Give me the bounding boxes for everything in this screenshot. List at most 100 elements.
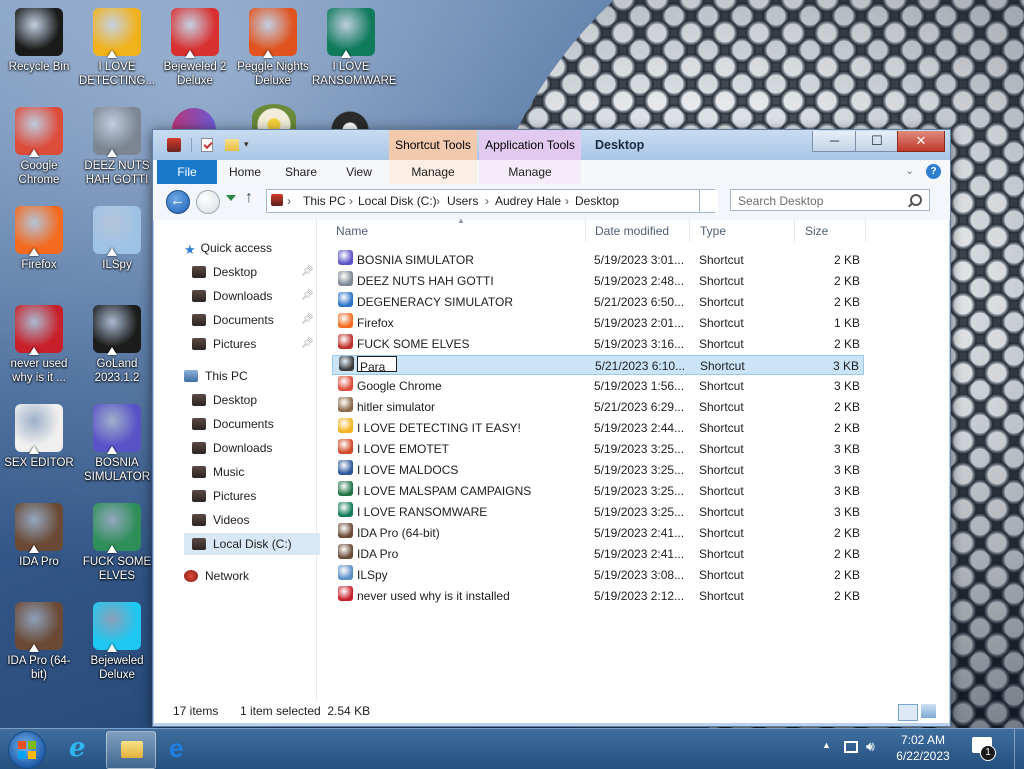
details-view-button[interactable] — [898, 704, 918, 721]
nav-pc-item[interactable]: Pictures — [192, 485, 256, 507]
up-button[interactable]: ↑ — [245, 189, 253, 207]
tab-share[interactable]: Share — [279, 160, 323, 184]
tab-view[interactable]: View — [337, 160, 381, 184]
nav-quick-item[interactable]: Documents — [192, 309, 274, 331]
large-icons-view-button[interactable] — [921, 704, 936, 718]
file-row[interactable]: IDA Pro (64-bit) 5/19/2023 2:41... Shortcu… — [332, 523, 864, 543]
desktop-icon[interactable]: never used why is it ... — [0, 305, 78, 385]
close-button[interactable]: ✕ — [897, 131, 945, 152]
nav-pc-item[interactable]: Documents — [192, 413, 274, 435]
nav-pc-item[interactable]: Downloads — [192, 437, 272, 459]
pin-icon[interactable]: 📌︎ — [301, 266, 314, 277]
breadcrumb-desktop[interactable]: Desktop — [575, 190, 619, 212]
desktop-icon[interactable]: DEEZ NUTS HAH GOTTI — [78, 107, 156, 187]
partial-icon-gear[interactable] — [330, 106, 370, 130]
back-button[interactable]: ← — [166, 190, 190, 214]
taskbar-edge[interactable]: e — [156, 731, 204, 767]
desktop-icon[interactable]: Firefox — [0, 206, 78, 272]
pin-icon[interactable]: 📌︎ — [301, 290, 314, 301]
file-row[interactable]: I LOVE MALDOCS 5/19/2023 3:25... Shortcut 3… — [332, 460, 864, 480]
customize-quick-access-icon[interactable]: ▾ — [244, 140, 254, 149]
system-clock[interactable]: 7:02 AM 6/22/2023 — [888, 732, 958, 764]
file-row[interactable]: I LOVE EMOTET 5/19/2023 3:25... Shortcut 3 … — [332, 439, 864, 459]
tab-manage-shortcut[interactable]: Manage — [389, 160, 477, 184]
tab-manage-application[interactable]: Manage — [479, 160, 581, 184]
taskbar-internet-explorer[interactable]: e — [57, 731, 105, 767]
breadcrumb-this-pc[interactable]: This PC — [303, 190, 346, 212]
column-type[interactable]: Type — [690, 220, 795, 242]
desktop-icon[interactable]: SEX EDITOR — [0, 404, 78, 470]
tab-home[interactable]: Home — [223, 160, 267, 184]
explorer-app-icon[interactable] — [167, 138, 181, 152]
help-icon[interactable]: ? — [926, 164, 941, 179]
file-row[interactable]: Para 5/21/2023 6:10... Shortcut 3 KB — [332, 355, 864, 375]
show-desktop-button[interactable] — [1014, 729, 1024, 769]
desktop-icon[interactable]: I LOVE RANSOMWARE — [312, 8, 397, 88]
file-row[interactable]: I LOVE RANSOMWARE 5/19/2023 3:25... Shortc… — [332, 502, 864, 522]
file-row[interactable]: never used why is it installed 5/19/2023 … — [332, 586, 864, 606]
desktop-icon[interactable]: FUCK SOME ELVES — [78, 503, 156, 583]
file-row[interactable]: I LOVE DETECTING IT EASY! 5/19/2023 2:44.… — [332, 418, 864, 438]
file-row[interactable]: BOSNIA SIMULATOR 5/19/2023 3:01... Shortcu… — [332, 250, 864, 270]
context-tab-application-tools[interactable]: Application Tools — [479, 130, 581, 160]
desktop-icon[interactable]: ILSpy — [78, 206, 156, 272]
breadcrumb-local-disk[interactable]: Local Disk (C:) — [358, 190, 437, 212]
desktop-icon[interactable]: Google Chrome — [0, 107, 78, 187]
breadcrumb-user[interactable]: Audrey Hale — [495, 190, 561, 212]
show-hidden-icons-button[interactable]: ▲ — [822, 740, 831, 750]
breadcrumb-users[interactable]: Users — [447, 190, 478, 212]
desktop-icon[interactable]: GoLand 2023.1.2 — [78, 305, 156, 385]
partial-icon-flower[interactable] — [252, 104, 296, 130]
file-row[interactable]: I LOVE MALSPAM CAMPAIGNS 5/19/2023 3:25..… — [332, 481, 864, 501]
address-dropdown-button[interactable] — [699, 190, 718, 212]
properties-icon[interactable] — [201, 138, 213, 152]
action-center-button[interactable]: 1 — [972, 737, 996, 761]
nav-quick-item[interactable]: Downloads — [192, 285, 272, 307]
minimize-button[interactable]: ─ — [812, 131, 857, 152]
column-name[interactable]: Name — [320, 220, 586, 242]
file-row[interactable]: Firefox 5/19/2023 2:01... Shortcut 1 KB — [332, 313, 864, 333]
recent-locations-icon[interactable] — [226, 195, 236, 201]
file-row[interactable]: FUCK SOME ELVES 5/19/2023 3:16... Shortcut… — [332, 334, 864, 354]
nav-pc-item[interactable]: Music — [192, 461, 244, 483]
nav-quick-item[interactable]: Pictures — [192, 333, 256, 355]
file-row[interactable]: DEGENERACY SIMULATOR 5/21/2023 6:50... Sho… — [332, 292, 864, 312]
new-folder-icon[interactable] — [225, 139, 239, 151]
nav-quick-item[interactable]: Desktop — [192, 261, 257, 283]
nav-network[interactable]: Network — [184, 565, 249, 587]
desktop-icon[interactable]: BOSNIA SIMULATOR — [78, 404, 156, 484]
nav-pc-item[interactable]: Local Disk (C:) — [184, 533, 320, 555]
rename-input[interactable]: Para — [357, 356, 397, 374]
desktop-icon[interactable]: IDA Pro — [0, 503, 78, 569]
nav-quick-access[interactable]: ★ Quick access — [184, 237, 272, 259]
nav-this-pc[interactable]: This PC — [184, 365, 248, 387]
search-input[interactable]: Search Desktop — [730, 189, 930, 211]
desktop-icon[interactable]: I LOVE DETECTING... — [78, 8, 156, 88]
file-row[interactable]: ILSpy 5/19/2023 3:08... Shortcut 2 KB — [332, 565, 864, 585]
expand-ribbon-icon[interactable]: ⌄ — [905, 164, 914, 177]
desktop-icon[interactable]: IDA Pro (64-bit) — [0, 602, 78, 682]
network-status-icon[interactable] — [844, 741, 858, 753]
nav-pc-item[interactable]: Videos — [192, 509, 249, 531]
volume-icon[interactable]: 🔊︎ — [866, 738, 875, 755]
pin-icon[interactable]: 📌︎ — [301, 314, 314, 325]
file-row[interactable]: Google Chrome 5/19/2023 1:56... Shortcut 3 … — [332, 376, 864, 396]
tab-file[interactable]: File — [157, 160, 217, 184]
start-button[interactable] — [8, 731, 46, 769]
context-tab-shortcut-tools[interactable]: Shortcut Tools — [389, 130, 477, 160]
taskbar-file-explorer[interactable] — [106, 731, 156, 769]
desktop-icon[interactable]: Bejeweled 2 Deluxe — [156, 8, 234, 88]
maximize-button[interactable]: ☐ — [855, 131, 899, 152]
desktop-icon[interactable]: Bejeweled Deluxe — [78, 602, 156, 682]
breadcrumb[interactable]: › This PC › Local Disk (C:) › Users › Au… — [266, 189, 715, 213]
desktop-icon[interactable]: Recycle Bin — [0, 8, 78, 74]
file-row[interactable]: DEEZ NUTS HAH GOTTI 5/19/2023 2:48... Shor… — [332, 271, 864, 291]
desktop-icon[interactable]: Peggle Nights Deluxe — [234, 8, 312, 88]
forward-button[interactable] — [196, 190, 220, 214]
column-size[interactable]: Size — [795, 220, 866, 242]
nav-pc-item[interactable]: Desktop — [192, 389, 257, 411]
file-row[interactable]: IDA Pro 5/19/2023 2:41... Shortcut 2 KB — [332, 544, 864, 564]
pin-icon[interactable]: 📌︎ — [301, 338, 314, 349]
title-bar[interactable]: ▾ Shortcut Tools Application Tools Deskt… — [153, 130, 950, 160]
column-date-modified[interactable]: Date modified — [585, 220, 690, 242]
